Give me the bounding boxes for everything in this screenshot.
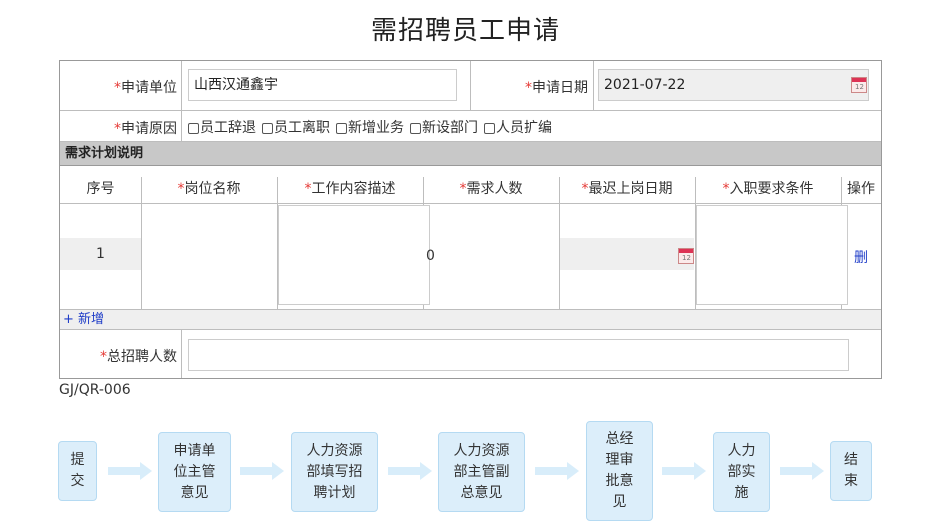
position-cell[interactable] — [143, 206, 276, 306]
flow-step-hr-vp: 人力资源部主管副总意见 — [438, 432, 525, 512]
count-input[interactable]: 0 — [426, 247, 546, 265]
flow-arrow-icon — [388, 462, 432, 480]
form-code: GJ/QR-006 — [59, 382, 131, 398]
requirements-textarea[interactable] — [696, 205, 848, 305]
flow-arrow-icon — [535, 462, 579, 480]
flow-step-gm-approval: 总经理审批意见 — [586, 421, 653, 521]
date-label: *申请日期 — [525, 80, 588, 96]
flow-step-submit: 提交 — [58, 441, 97, 501]
page-title: 需招聘员工申请 — [370, 16, 560, 46]
add-row-bar — [60, 310, 881, 329]
col-header-requirements: *入职要求条件 — [722, 181, 814, 197]
add-row-link[interactable]: + 新增 — [63, 311, 104, 328]
checkbox[interactable] — [262, 122, 273, 134]
date-input[interactable]: 2021-07-22 — [598, 69, 869, 101]
reason-option[interactable]: 员工离职 — [262, 117, 330, 137]
reason-option[interactable]: 新增业务 — [336, 117, 404, 137]
flow-step-hr-plan: 人力资源部填写招聘计划 — [291, 432, 378, 512]
flow-arrow-icon — [780, 462, 824, 480]
col-divider — [181, 330, 182, 378]
application-form: *申请单位 山西汉通鑫宇 *申请日期 2021-07-22 12 *申请原因 员… — [59, 60, 882, 379]
flow-arrow-icon — [662, 462, 706, 480]
row-divider — [60, 203, 881, 204]
checkbox[interactable] — [188, 122, 199, 134]
col-divider — [181, 61, 182, 141]
row-index: 1 — [60, 238, 141, 270]
flow-arrow-icon — [108, 462, 152, 480]
unit-input[interactable]: 山西汉通鑫宇 — [188, 69, 457, 101]
col-header-date: *最迟上岗日期 — [581, 181, 673, 197]
checkbox[interactable] — [336, 122, 347, 134]
reason-checkbox-group: 员工辞退 员工离职 新增业务 新设部门 人员扩编 — [188, 117, 878, 137]
checkbox[interactable] — [484, 122, 495, 134]
checkbox[interactable] — [410, 122, 421, 134]
delete-row-link[interactable]: 删 — [841, 247, 881, 267]
reason-option[interactable]: 人员扩编 — [484, 117, 552, 137]
flow-step-hr-implement: 人力部实施 — [713, 432, 770, 512]
row-divider — [60, 329, 881, 330]
calendar-icon[interactable]: 12 — [851, 77, 867, 93]
col-header-position: *岗位名称 — [177, 181, 241, 197]
row-divider — [60, 110, 881, 111]
onboard-date-input[interactable] — [560, 238, 694, 270]
reason-option[interactable]: 员工辞退 — [188, 117, 256, 137]
section-divider — [60, 165, 881, 166]
reason-option[interactable]: 新设部门 — [410, 117, 478, 137]
col-header-index: 序号 — [86, 181, 115, 197]
total-label: *总招聘人数 — [100, 349, 177, 365]
flow-step-end: 结束 — [830, 441, 872, 501]
col-header-action: 操作 — [847, 181, 875, 197]
description-textarea[interactable] — [278, 205, 430, 305]
calendar-icon[interactable]: 12 — [678, 248, 694, 264]
total-input[interactable] — [188, 339, 849, 371]
col-header-description: *工作内容描述 — [304, 181, 396, 197]
col-divider — [593, 61, 594, 110]
unit-label: *申请单位 — [114, 80, 177, 96]
reason-label: *申请原因 — [114, 121, 177, 137]
col-header-count: *需求人数 — [459, 181, 523, 197]
flow-step-unit-manager: 申请单位主管意见 — [158, 432, 231, 512]
flow-arrow-icon — [240, 462, 284, 480]
section-title: 需求计划说明 — [60, 142, 881, 165]
